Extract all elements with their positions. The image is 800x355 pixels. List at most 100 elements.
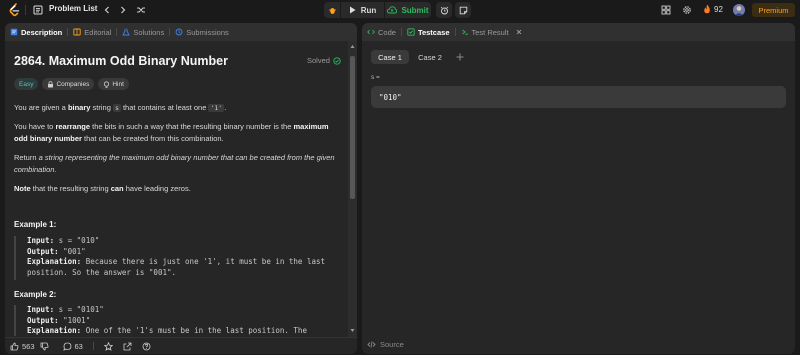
favorite-button[interactable] <box>103 341 113 351</box>
alarm-clock-icon <box>440 6 448 14</box>
case-1-tab[interactable]: Case 1 <box>371 50 409 64</box>
output-label: Output: <box>27 315 59 325</box>
bold-text: binary <box>67 103 91 112</box>
case-2-tab[interactable]: Case 2 <box>413 50 447 64</box>
tab-test-result[interactable]: Test Result <box>456 23 528 41</box>
tab-editorial[interactable]: Editorial <box>68 23 116 41</box>
feedback-button[interactable] <box>142 342 151 351</box>
companies-chip[interactable]: Companies <box>42 78 95 90</box>
example-2-block: Input: s = "0101" Output: "1001" Explanati… <box>14 305 339 336</box>
run-label: Run <box>360 5 377 15</box>
tab-editorial-label: Editorial <box>84 27 112 37</box>
right-tab-bar: Code Testcase Test Result <box>362 23 795 41</box>
explanation-text: One of the '1's must be in the last posi… <box>81 326 307 335</box>
star-icon <box>103 341 113 351</box>
submit-label: Submit <box>401 5 429 15</box>
chevron-left-icon[interactable] <box>102 5 112 15</box>
text: You have to <box>14 122 56 131</box>
tab-testcase[interactable]: Testcase <box>402 23 455 41</box>
comments-button[interactable]: 63 <box>62 341 83 351</box>
play-icon <box>349 6 356 14</box>
nav-divider <box>25 5 26 15</box>
bold-text: rearrange <box>55 122 91 131</box>
notes-button[interactable] <box>455 2 471 18</box>
tab-code[interactable]: Code <box>362 23 401 41</box>
page-title: 2864. Maximum Odd Binary Number <box>14 54 228 68</box>
output-value: "1001" <box>58 315 91 325</box>
check-circle-icon <box>333 56 341 65</box>
timer-button[interactable] <box>436 2 452 18</box>
testcase-input[interactable]: "010" <box>371 86 786 108</box>
like-button[interactable]: 563 <box>10 342 35 351</box>
tab-submissions-label: Submissions <box>186 27 229 37</box>
tag-chips: Easy Companies Hint <box>14 78 129 90</box>
difficulty-badge[interactable]: Easy <box>14 78 39 90</box>
lightbulb-icon <box>104 80 110 88</box>
hint-chip[interactable]: Hint <box>98 78 129 90</box>
like-count: 563 <box>22 341 35 351</box>
left-tab-bar: Description Editorial Solutions Submissi… <box>5 23 357 41</box>
bug-icon <box>328 7 336 14</box>
premium-button[interactable]: Premium <box>752 3 795 17</box>
debug-button[interactable] <box>324 2 340 18</box>
share-button[interactable] <box>123 342 132 351</box>
scroll-down-icon[interactable] <box>350 328 355 333</box>
document-icon <box>10 28 18 36</box>
comment-count: 63 <box>74 341 83 351</box>
explanation-text: Because there is just one '1', it must b… <box>81 257 326 266</box>
tab-description-label: Description <box>21 27 63 37</box>
inline-code: '1' <box>208 104 225 112</box>
fire-icon <box>704 4 710 14</box>
layout-grid-icon[interactable] <box>661 5 671 15</box>
variable-label: s = <box>371 74 380 81</box>
example-2-title: Example 2: <box>14 290 57 299</box>
scrollbar-thumb[interactable] <box>350 56 355 199</box>
problem-list-link[interactable]: Problem List <box>49 4 97 13</box>
run-submit-group: Run Submit <box>324 2 471 18</box>
thumbs-up-icon <box>10 342 19 350</box>
text: string <box>90 103 113 112</box>
cloud-upload-icon <box>387 6 398 14</box>
share-icon <box>123 342 132 350</box>
history-icon <box>175 28 183 36</box>
companies-label: Companies <box>56 80 90 88</box>
example-1-block: Input: s = "010" Output: "001" Explanation… <box>14 236 339 280</box>
tab-test-result-label: Test Result <box>471 27 509 37</box>
submit-button[interactable]: Submit <box>385 2 431 18</box>
tab-solutions-label: Solutions <box>133 27 165 37</box>
solved-status: Solved <box>307 56 341 65</box>
output-value: "001" <box>58 246 86 256</box>
text: the bits in such a way that the resultin… <box>90 122 294 131</box>
tab-description[interactable]: Description <box>5 23 67 41</box>
inline-code: s <box>112 104 121 112</box>
scroll-up-icon[interactable] <box>350 44 355 49</box>
shuffle-icon[interactable] <box>136 5 146 15</box>
run-button[interactable]: Run <box>341 2 384 18</box>
lock-icon <box>48 80 54 87</box>
add-case-icon[interactable] <box>455 52 465 62</box>
description-paragraph-4: Note that the resulting string can have … <box>14 183 344 195</box>
case-tabs: Case 1 Case 2 <box>371 50 465 64</box>
description-content[interactable]: 2864. Maximum Odd Binary Number Solved E… <box>5 41 348 336</box>
tab-solutions[interactable]: Solutions <box>117 23 169 41</box>
tab-submissions[interactable]: Submissions <box>170 23 234 41</box>
tab-code-label: Code <box>378 27 396 37</box>
close-icon[interactable] <box>515 28 523 36</box>
tab-testcase-label: Testcase <box>417 27 450 37</box>
streak-counter[interactable]: 92 <box>703 4 723 14</box>
text: Return <box>14 153 39 162</box>
text: that contains at least one <box>120 103 209 112</box>
avatar[interactable] <box>733 4 745 16</box>
leetcode-logo-icon[interactable] <box>8 3 21 17</box>
source-toggle[interactable]: Source <box>367 340 404 349</box>
bold-text: Note <box>14 184 31 193</box>
dislike-button[interactable] <box>40 342 49 351</box>
list-icon[interactable] <box>33 5 43 15</box>
description-paragraph-3: Return a string representing the maximum… <box>14 152 344 176</box>
hint-label: Hint <box>112 80 124 88</box>
chevron-right-icon[interactable] <box>118 5 128 15</box>
note-icon <box>459 6 467 14</box>
italic-text: a string representing the maximum odd bi… <box>14 153 335 174</box>
explanation-text: position. So the answer is "001". <box>27 267 177 277</box>
gear-icon[interactable] <box>682 5 692 15</box>
